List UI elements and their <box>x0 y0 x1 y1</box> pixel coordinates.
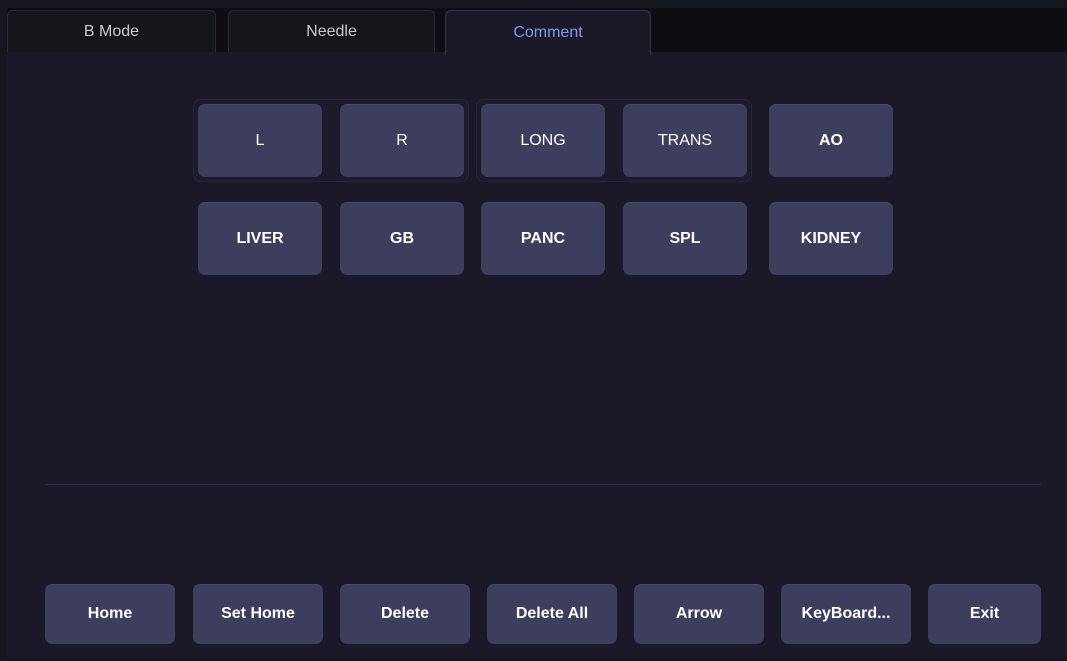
comment-button-gb[interactable]: GB <box>340 202 464 275</box>
divider <box>45 484 1041 485</box>
tab-bar: B Mode Needle Comment <box>7 8 1067 55</box>
tab-needle[interactable]: Needle <box>228 10 435 52</box>
keyboard-button[interactable]: KeyBoard... <box>781 584 911 644</box>
exit-button[interactable]: Exit <box>928 584 1041 644</box>
comment-button-panc[interactable]: PANC <box>481 202 605 275</box>
comment-button-r[interactable]: R <box>340 104 464 177</box>
tab-b-mode[interactable]: B Mode <box>7 10 216 52</box>
tab-label: Needle <box>306 22 357 40</box>
tab-label: B Mode <box>83 22 140 40</box>
comment-panel: B Mode Needle Comment L R LONG TRANS AO … <box>7 8 1067 658</box>
tab-label: Comment <box>513 24 583 41</box>
comment-button-liver[interactable]: LIVER <box>198 202 322 275</box>
tab-comment[interactable]: Comment <box>445 10 651 55</box>
comment-button-spl[interactable]: SPL <box>623 202 747 275</box>
delete-button[interactable]: Delete <box>340 584 470 644</box>
comment-button-kidney[interactable]: KIDNEY <box>769 202 893 275</box>
comment-button-l[interactable]: L <box>198 104 322 177</box>
set-home-button[interactable]: Set Home <box>193 584 323 644</box>
home-button[interactable]: Home <box>45 584 175 644</box>
comment-button-trans[interactable]: TRANS <box>623 104 747 177</box>
arrow-button[interactable]: Arrow <box>634 584 764 644</box>
delete-all-button[interactable]: Delete All <box>487 584 617 644</box>
comment-button-long[interactable]: LONG <box>481 104 605 177</box>
comment-button-ao[interactable]: AO <box>769 104 893 177</box>
